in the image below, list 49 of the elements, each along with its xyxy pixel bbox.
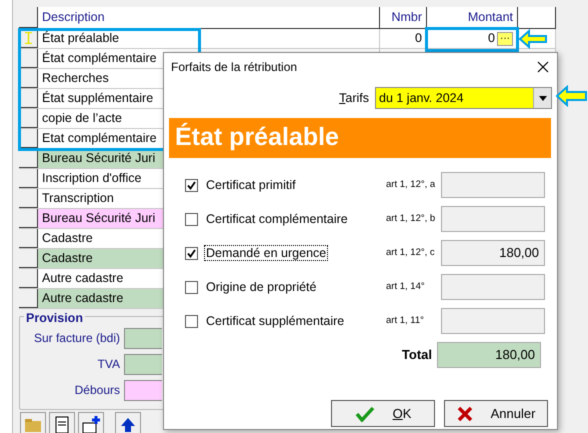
checkbox-label[interactable]: Demandé en urgence bbox=[204, 244, 328, 261]
close-icon[interactable] bbox=[537, 61, 549, 73]
field-label: TVA bbox=[96, 356, 120, 373]
table-cell-text: 0 bbox=[415, 30, 422, 48]
row-header[interactable] bbox=[19, 169, 38, 188]
document-icon[interactable] bbox=[49, 412, 75, 433]
dialog-heading: État préalable bbox=[169, 118, 551, 158]
column-header[interactable]: Montant bbox=[468, 8, 513, 27]
arrow-icon bbox=[518, 29, 548, 49]
row-header[interactable] bbox=[19, 249, 38, 268]
row-header[interactable] bbox=[19, 209, 38, 228]
amount-field: 180,00 bbox=[441, 240, 545, 266]
checkbox-label[interactable]: Certificat supplémentaire bbox=[204, 312, 346, 329]
checkbox[interactable] bbox=[185, 246, 198, 260]
article-reference: art 1, 14° bbox=[386, 280, 426, 294]
column-header[interactable]: Description bbox=[42, 8, 105, 27]
field-label: Tarifs bbox=[339, 90, 369, 107]
checkmark-icon bbox=[354, 406, 375, 422]
row-header[interactable] bbox=[19, 289, 38, 308]
checkbox-label[interactable]: Certificat complémentaire bbox=[204, 210, 350, 227]
table-cell: État préalable bbox=[38, 29, 380, 48]
field-label: Sur facture (bdi) bbox=[32, 330, 120, 347]
article-reference: art 1, 12°, b bbox=[386, 212, 436, 226]
ok-button[interactable]: OK bbox=[331, 400, 435, 427]
article-reference: art 1, 11° bbox=[386, 314, 425, 328]
field-label: Débours bbox=[74, 382, 120, 399]
close-icon bbox=[456, 406, 473, 422]
total-label: Total bbox=[402, 346, 432, 364]
add-icon[interactable] bbox=[78, 412, 104, 433]
caret-icon bbox=[538, 96, 546, 100]
row-header[interactable] bbox=[19, 269, 38, 288]
input-field[interactable] bbox=[124, 328, 162, 348]
checkbox[interactable] bbox=[185, 280, 198, 294]
table-cell-text: 0 bbox=[488, 30, 495, 48]
checkbox[interactable] bbox=[185, 178, 198, 192]
checkbox[interactable] bbox=[185, 212, 198, 226]
arrow-icon bbox=[555, 85, 588, 107]
dropdown[interactable]: du 1 janv. 2024 bbox=[375, 87, 552, 109]
column-header[interactable]: Nmbr bbox=[391, 8, 422, 27]
checkbox[interactable] bbox=[185, 314, 198, 328]
article-reference: art 1, 12°, c bbox=[386, 246, 436, 260]
cancel-button[interactable]: Annuler bbox=[444, 400, 548, 427]
row-header[interactable] bbox=[19, 229, 38, 248]
ellipsis-button[interactable]: ··· bbox=[497, 32, 513, 46]
input-field[interactable] bbox=[124, 354, 162, 374]
article-reference: art 1, 12°, a bbox=[386, 178, 436, 192]
total-field: 180,00 bbox=[437, 342, 541, 368]
row-header[interactable] bbox=[19, 189, 38, 208]
input-field[interactable] bbox=[124, 380, 162, 400]
